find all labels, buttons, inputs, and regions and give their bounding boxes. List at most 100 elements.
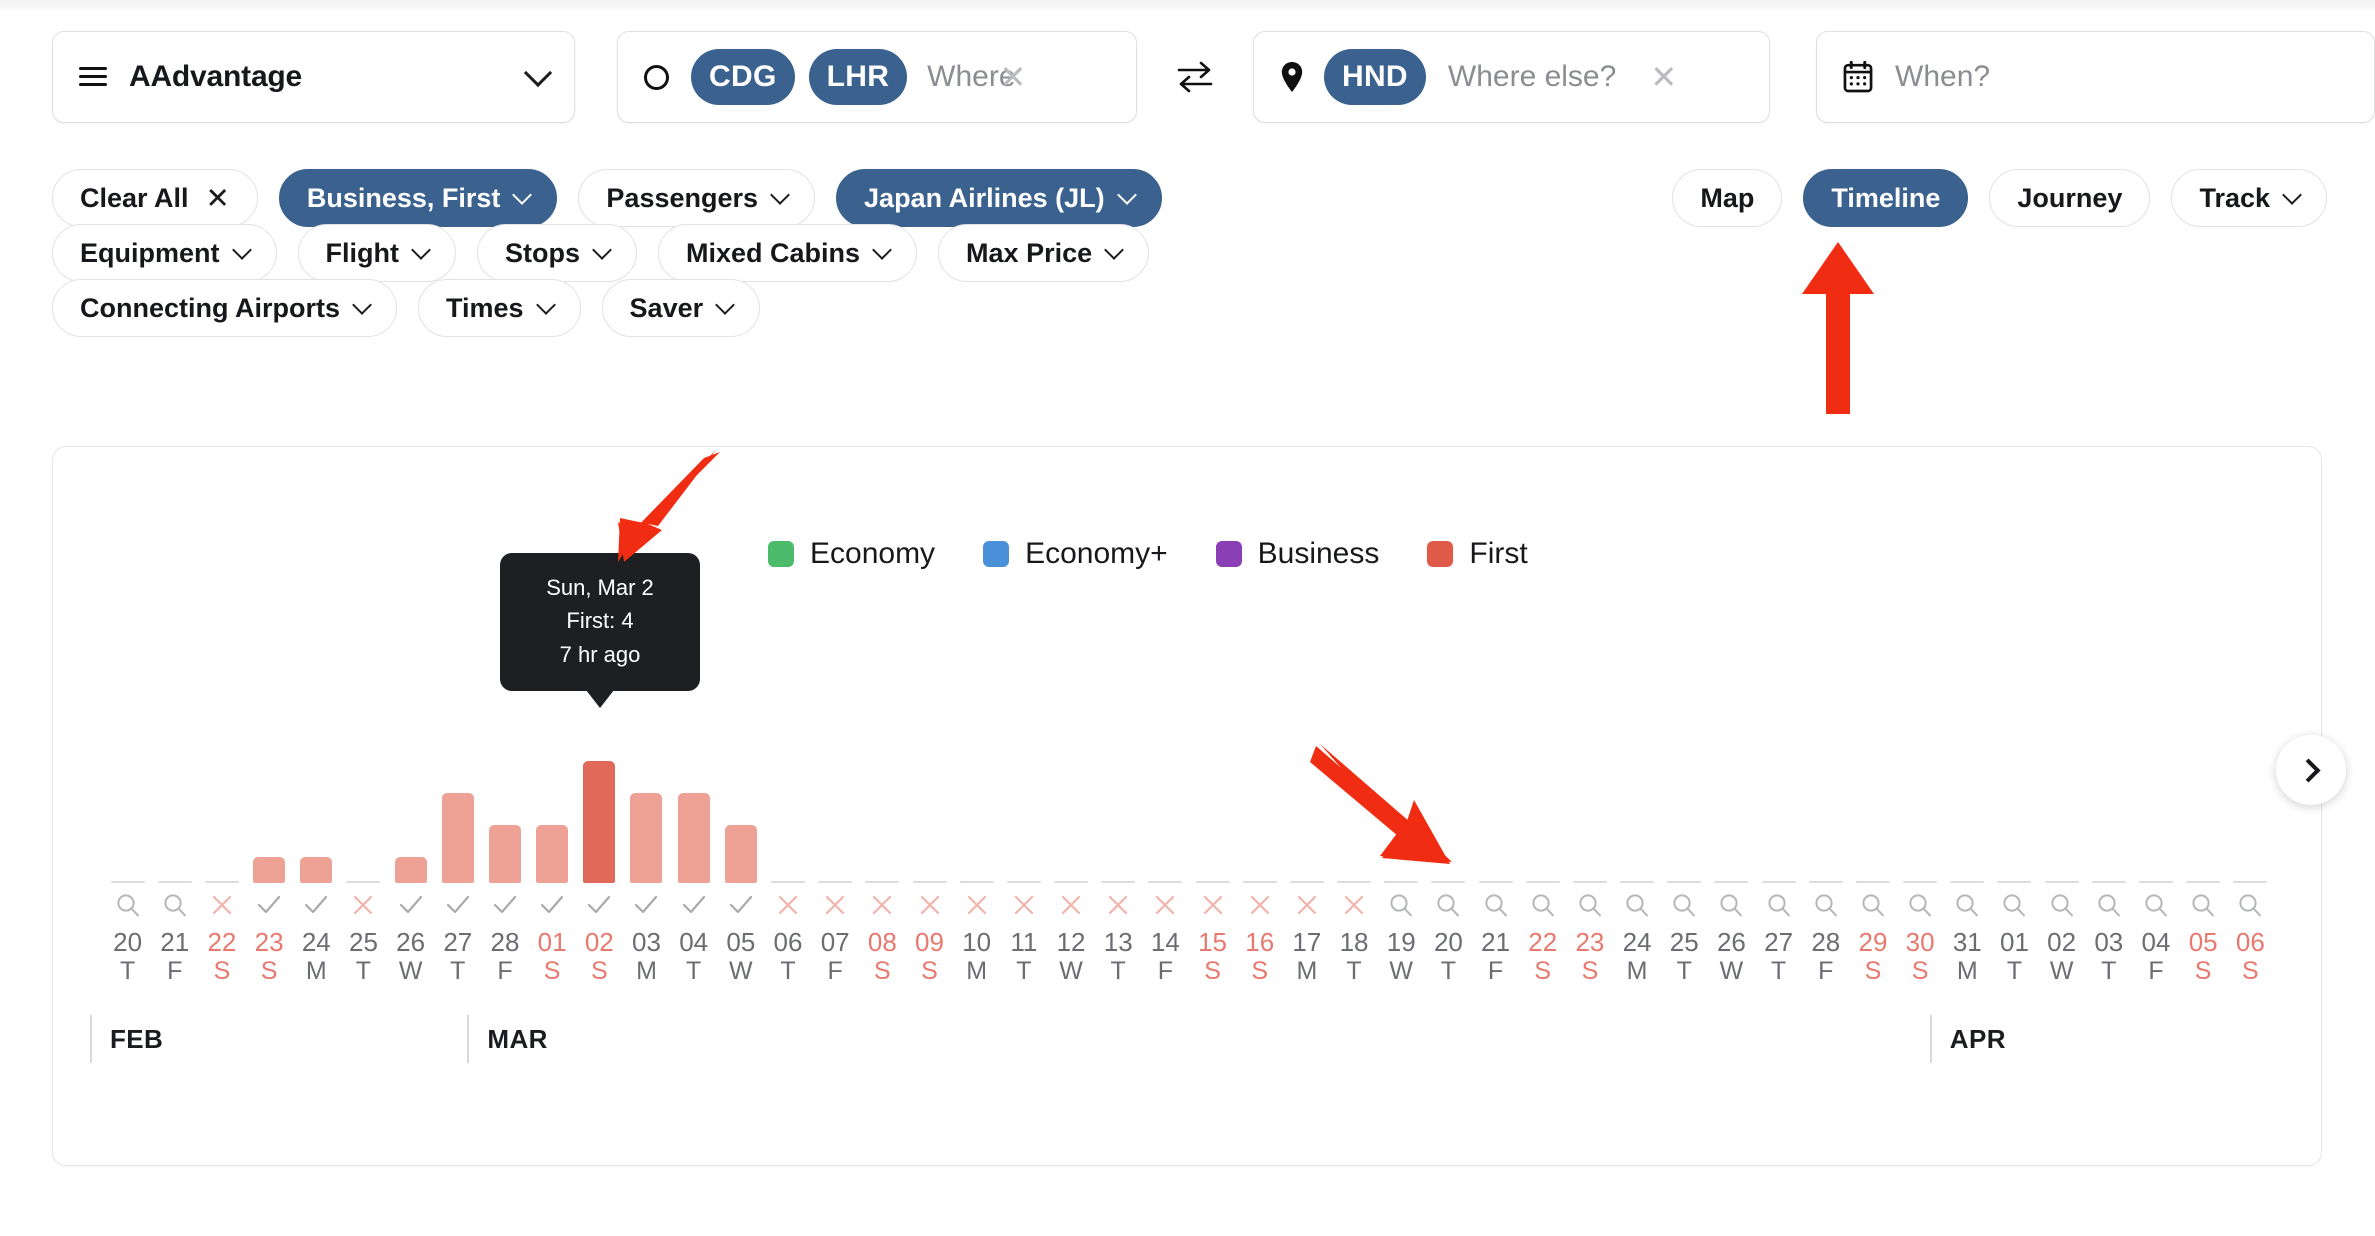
timeline-day-column[interactable]: 29 S (1849, 690, 1896, 990)
bar[interactable] (488, 825, 521, 883)
bar[interactable] (536, 825, 569, 883)
filter-chip-clear-all[interactable]: Clear All ✕ (52, 169, 258, 227)
loyalty-program-selector[interactable]: AAdvantage (52, 31, 576, 123)
bar-highlighted[interactable] (583, 761, 616, 883)
timeline-day-column[interactable]: 01 S (529, 690, 576, 990)
origin-pill-lhr[interactable]: LHR (808, 49, 908, 105)
day-label-group: 10 M (962, 929, 991, 987)
legend-item-economy[interactable]: Economy (768, 537, 935, 571)
timeline-day-column[interactable]: 28 F (1802, 690, 1849, 990)
timeline-day-column[interactable]: 25 T (340, 690, 387, 990)
bar-zero-baseline (1525, 881, 1560, 883)
timeline-day-column[interactable]: 04 F (2132, 690, 2179, 990)
bar[interactable] (300, 857, 333, 883)
filter-chip-saver[interactable]: Saver (601, 279, 761, 337)
bar-zero-baseline (1148, 881, 1183, 883)
timeline-day-column[interactable]: 20 T (104, 690, 151, 990)
timeline-day-column[interactable]: 30 S (1897, 690, 1944, 990)
bar[interactable] (441, 793, 474, 883)
timeline-day-column[interactable]: 04 T (670, 690, 717, 990)
filter-chip-flight[interactable]: Flight (297, 224, 456, 282)
view-tab-journey[interactable]: Journey (1989, 169, 2151, 227)
timeline-day-column[interactable]: 27 T (434, 690, 481, 990)
timeline-day-column[interactable]: 05 S (2180, 690, 2227, 990)
day-number: 24 (301, 927, 331, 957)
chip-label: Journey (2017, 182, 2123, 213)
timeline-day-column[interactable]: 22 S (1519, 690, 1566, 990)
bar[interactable] (677, 793, 710, 883)
bar[interactable] (394, 857, 427, 883)
timeline-day-column[interactable]: 12 W (1047, 690, 1094, 990)
timeline-day-column[interactable]: 15 S (1189, 690, 1236, 990)
bar[interactable] (630, 793, 663, 883)
timeline-day-column[interactable]: 02 W (2038, 690, 2085, 990)
search-icon (1530, 883, 1556, 927)
timeline-day-column[interactable]: 23 S (246, 690, 293, 990)
timeline-day-column[interactable]: 14 F (1142, 690, 1189, 990)
chip-label: Times (446, 292, 524, 323)
destination-field[interactable]: HND Where else? ✕ (1252, 31, 1771, 123)
timeline-day-column[interactable]: 21 F (151, 690, 198, 990)
timeline-day-column[interactable]: 01 T (1991, 690, 2038, 990)
timeline-day-column[interactable]: 10 M (953, 690, 1000, 990)
timeline-day-column[interactable]: 20 T (1425, 690, 1472, 990)
timeline-day-column[interactable]: 02 S (576, 690, 623, 990)
timeline-day-column[interactable]: 08 S (859, 690, 906, 990)
timeline-day-column[interactable]: 26 W (1708, 690, 1755, 990)
timeline-day-column[interactable]: 21 F (1472, 690, 1519, 990)
timeline-day-column[interactable]: 23 S (1566, 690, 1613, 990)
view-tab-map[interactable]: Map (1672, 169, 1783, 227)
timeline-day-column[interactable]: 19 W (1378, 690, 1425, 990)
timeline-day-column[interactable]: 24 M (293, 690, 340, 990)
filter-chip-japan-airlines-jl[interactable]: Japan Airlines (JL) (836, 169, 1162, 227)
view-tab-timeline[interactable]: Timeline (1803, 169, 1969, 227)
day-label-group: 01 S (538, 929, 567, 987)
close-icon[interactable]: ✕ (206, 181, 230, 216)
timeline-day-column[interactable]: 06 S (2227, 690, 2274, 990)
timeline-day-column[interactable]: 25 T (1661, 690, 1708, 990)
origin-field[interactable]: CDG LHR Where ✕ (617, 31, 1138, 123)
timeline-day-column[interactable]: 16 S (1236, 690, 1283, 990)
destination-pill-hnd[interactable]: HND (1323, 49, 1426, 105)
filter-chip-mixed-cabins[interactable]: Mixed Cabins (658, 224, 918, 282)
filter-chip-connecting-airports[interactable]: Connecting Airports (52, 279, 397, 337)
swap-airports-button[interactable] (1173, 60, 1217, 94)
timeline-day-column[interactable]: 26 W (387, 690, 434, 990)
timeline-day-column[interactable]: 09 S (906, 690, 953, 990)
timeline-day-column[interactable]: 11 T (1000, 690, 1047, 990)
day-of-week: W (729, 956, 753, 985)
timeline-day-column[interactable]: 31 M (1944, 690, 1991, 990)
next-page-button[interactable] (2276, 735, 2346, 805)
timeline-day-column[interactable]: 05 W (717, 690, 764, 990)
timeline-day-column[interactable]: 22 S (198, 690, 245, 990)
filter-chip-max-price[interactable]: Max Price (938, 224, 1150, 282)
date-field[interactable]: When? (1816, 31, 2375, 123)
filter-chip-stops[interactable]: Stops (476, 224, 637, 282)
bar[interactable] (724, 825, 757, 883)
timeline-day-column[interactable]: 03 M (623, 690, 670, 990)
filter-chip-times[interactable]: Times (418, 279, 581, 337)
destination-clear-icon[interactable]: ✕ (1650, 61, 1677, 93)
timeline-day-column[interactable]: 13 T (1095, 690, 1142, 990)
timeline-day-column[interactable]: 18 T (1330, 690, 1377, 990)
timeline-day-column[interactable]: 06 T (764, 690, 811, 990)
view-tab-track[interactable]: Track (2171, 169, 2327, 227)
timeline-day-column[interactable]: 03 T (2085, 690, 2132, 990)
timeline-day-column[interactable]: 17 M (1283, 690, 1330, 990)
filter-chip-equipment[interactable]: Equipment (52, 224, 277, 282)
filter-chip-business-first[interactable]: Business, First (278, 169, 558, 227)
timeline-day-column[interactable]: 27 T (1755, 690, 1802, 990)
day-of-week: W (1059, 956, 1083, 985)
origin-clear-icon[interactable]: ✕ (1000, 61, 1027, 93)
filter-chip-passengers[interactable]: Passengers (578, 169, 816, 227)
search-icon (1624, 883, 1650, 927)
bar[interactable] (253, 857, 286, 883)
timeline-day-column[interactable]: 24 M (1614, 690, 1661, 990)
timeline-day-column[interactable]: 28 F (481, 690, 528, 990)
legend-item-economy[interactable]: Economy+ (983, 537, 1168, 571)
origin-pill-cdg[interactable]: CDG (691, 49, 795, 105)
legend-item-business[interactable]: Business (1215, 537, 1379, 571)
legend-item-first[interactable]: First (1427, 537, 1528, 571)
timeline-day-column[interactable]: 07 F (812, 690, 859, 990)
chip-label: Timeline (1831, 182, 1941, 213)
